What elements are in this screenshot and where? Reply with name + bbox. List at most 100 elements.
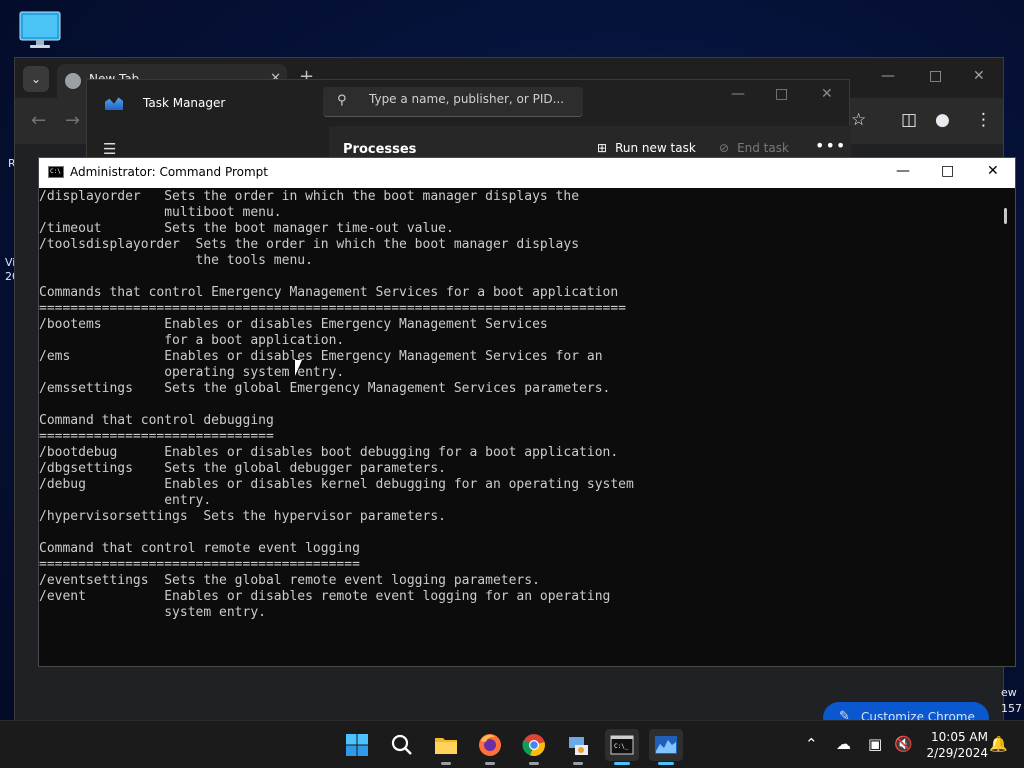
terminal-button[interactable]: C:\_ <box>605 729 639 765</box>
page-title: Processes <box>343 142 417 157</box>
control-panel-icon <box>569 737 588 755</box>
monitor-icon[interactable] <box>18 10 62 50</box>
clock-date: 2/29/2024 <box>926 746 988 760</box>
end-task-button[interactable]: ⊘ End task <box>719 141 789 155</box>
close-icon[interactable]: ✕ <box>973 68 985 84</box>
control-panel-button[interactable] <box>561 729 595 765</box>
forward-icon[interactable]: → <box>65 110 80 131</box>
onedrive-offline-icon[interactable]: ☁ <box>836 735 851 753</box>
close-icon[interactable]: ✕ <box>821 86 833 102</box>
profile-icon[interactable]: ● <box>935 110 950 130</box>
search-input[interactable] <box>369 92 569 106</box>
task-manager-search[interactable]: ⚲ <box>323 87 583 117</box>
terminal-line: entry. <box>39 493 212 508</box>
chrome-page-text-fragment: ew <box>1001 686 1017 699</box>
end-task-label: End task <box>737 141 789 155</box>
task-manager-logo-icon <box>105 97 123 110</box>
chrome-tab-icon <box>65 73 81 89</box>
volume-muted-icon[interactable]: 🔇 <box>894 735 913 753</box>
chrome-page-text-fragment: 157 <box>1001 702 1022 715</box>
running-indicator <box>658 762 674 765</box>
svg-text:C:\_: C:\_ <box>614 743 629 750</box>
terminal-line: operating system entry. <box>39 365 345 380</box>
show-hidden-icons-chevron-icon[interactable]: ⌃ <box>805 735 818 753</box>
maximize-icon[interactable]: □ <box>775 86 788 102</box>
search-icon: ⚲ <box>337 93 347 108</box>
clock-time: 10:05 AM <box>931 730 988 744</box>
scrollbar[interactable] <box>997 188 1015 666</box>
task-manager-window: Task Manager ⚲ — □ ✕ ☰ Processes ⊞ Run ne… <box>86 79 851 162</box>
terminal-line: /emssettings Sets the global Emergency M… <box>39 381 611 396</box>
network-icon[interactable]: ▣ <box>868 735 882 753</box>
terminal-icon: C:\_ <box>610 735 634 755</box>
terminal-line: /ems Enables or disables Emergency Manag… <box>39 349 603 364</box>
terminal-output[interactable]: /displayorder Sets the order in which th… <box>39 188 999 666</box>
running-indicator <box>485 762 495 765</box>
firefox-icon <box>479 734 501 756</box>
terminal-line: /toolsdisplayorder Sets the order in whi… <box>39 237 580 252</box>
terminal-line: ============================== <box>39 429 274 444</box>
minimize-icon[interactable]: — <box>881 68 895 84</box>
terminal-line: /event Enables or disables remote event … <box>39 589 611 604</box>
file-explorer-button[interactable] <box>429 729 463 765</box>
terminal-text: /displayorder Sets the order in which th… <box>39 188 999 666</box>
menu-icon[interactable]: ⋮ <box>975 110 992 130</box>
running-indicator <box>529 762 539 765</box>
more-options-icon[interactable]: ••• <box>815 136 846 155</box>
terminal-line: /hypervisorsettings Sets the hypervisor … <box>39 509 446 524</box>
chrome-button[interactable] <box>517 729 551 765</box>
scrollbar-thumb[interactable] <box>1004 208 1007 224</box>
terminal-line: Command that control remote event loggin… <box>39 541 360 556</box>
cmd-titlebar[interactable]: C:\ Administrator: Command Prompt — □ ✕ <box>39 158 1015 188</box>
terminal-line: ========================================… <box>39 557 360 572</box>
chrome-icon <box>522 734 545 757</box>
search-icon <box>391 734 412 755</box>
back-icon[interactable]: ← <box>31 110 46 131</box>
terminal-line: multiboot menu. <box>39 205 282 220</box>
terminal-line: the tools menu. <box>39 253 313 268</box>
terminal-line: /dbgsettings Sets the global debugger pa… <box>39 461 446 476</box>
task-manager-button[interactable] <box>649 729 683 765</box>
cmd-icon: C:\ <box>48 166 64 178</box>
terminal-line: /eventsettings Sets the global remote ev… <box>39 573 540 588</box>
terminal-line: /bootems Enables or disables Emergency M… <box>39 317 548 332</box>
notification-bell-icon[interactable]: 🔔 <box>989 735 1008 753</box>
task-manager-icon <box>655 736 677 754</box>
clock[interactable]: 10:05 AM 2/29/2024 <box>918 729 988 761</box>
minimize-icon[interactable]: — <box>731 86 745 102</box>
terminal-line: /displayorder Sets the order in which th… <box>39 189 580 204</box>
hamburger-menu-icon[interactable]: ☰ <box>103 140 116 158</box>
file-explorer-icon <box>435 738 457 754</box>
bookmark-star-icon[interactable]: ☆ <box>851 110 866 130</box>
terminal-line: /timeout Sets the boot manager time-out … <box>39 221 454 236</box>
firefox-button[interactable] <box>473 729 507 765</box>
terminal-line: /debug Enables or disables kernel debugg… <box>39 477 634 492</box>
start-button[interactable] <box>340 729 374 761</box>
terminal-line: /bootdebug Enables or disables boot debu… <box>39 445 619 460</box>
run-task-icon: ⊞ <box>597 141 608 155</box>
run-new-task-label: Run new task <box>615 141 696 155</box>
terminal-line: Command that control debugging <box>39 413 274 428</box>
tab-search-button[interactable]: ⌄ <box>23 66 49 92</box>
mouse-cursor-icon <box>295 360 309 376</box>
active-indicator <box>614 762 630 765</box>
taskbar: C:\_ ⌃ ☁ ▣ 🔇 10:05 AM 2/29/2024 🔔 <box>0 720 1024 768</box>
maximize-icon[interactable]: □ <box>929 68 942 84</box>
running-indicator <box>441 762 451 765</box>
close-icon[interactable]: ✕ <box>987 163 999 179</box>
terminal-line: Commands that control Emergency Manageme… <box>39 285 619 300</box>
run-new-task-button[interactable]: ⊞ Run new task <box>597 141 696 155</box>
window-title: Administrator: Command Prompt <box>70 165 268 179</box>
start-icon <box>346 734 368 756</box>
maximize-icon[interactable]: □ <box>941 163 954 179</box>
side-panel-icon[interactable]: ◫ <box>901 110 917 130</box>
search-button[interactable] <box>385 729 419 761</box>
terminal-line: system entry. <box>39 605 266 620</box>
task-manager-title: Task Manager <box>143 96 226 110</box>
minimize-icon[interactable]: — <box>896 163 910 179</box>
